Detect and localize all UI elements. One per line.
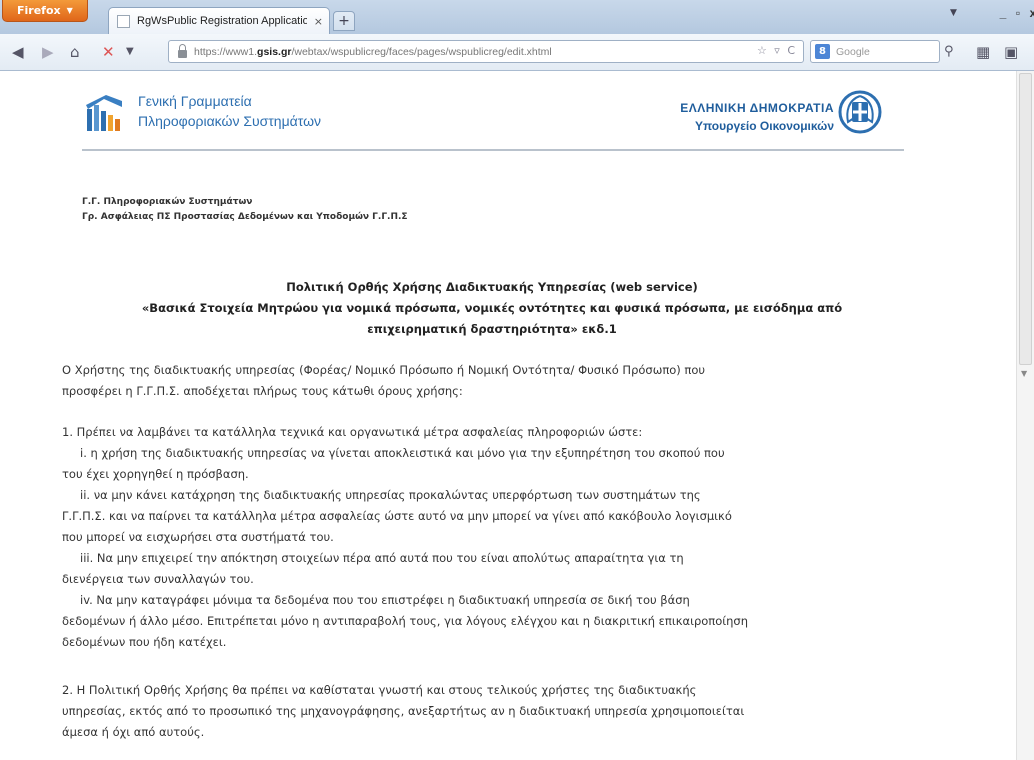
section-1-line: i. η χρήση της διαδικτυακής υπηρεσίας να…	[80, 446, 725, 460]
page-scrollbar[interactable]: ▼	[1016, 71, 1034, 760]
search-field[interactable]: 8 Google	[810, 40, 940, 63]
firefox-menu-button[interactable]: Firefox ▼	[2, 0, 88, 22]
intro-paragraph: Ο Χρήστης της διαδικτυακής υπηρεσίας (Φο…	[62, 360, 924, 402]
url-text[interactable]: https://www1.gsis.gr/webtax/wspublicreg/…	[194, 46, 552, 58]
browser-tab[interactable]: RgWsPublic Registration Application ... …	[108, 7, 330, 34]
bookmark-star-icon[interactable]: ☆ ▿ C	[757, 44, 797, 57]
new-tab-button[interactable]: +	[333, 11, 355, 31]
home-icon[interactable]: ⌂	[70, 43, 80, 61]
section-2: 2. Η Πολιτική Ορθής Χρήσης θα πρέπει να …	[62, 680, 924, 743]
navigation-toolbar: ◀ ▶ ⌂ ✕ ▼ https://www1.gsis.gr/webtax/ws…	[0, 34, 1034, 71]
section-1-line: του έχει χορηγηθεί η πρόσβαση.	[62, 467, 249, 481]
header-divider	[82, 149, 904, 151]
org-line-2: Γρ. Ασφάλειας ΠΣ Προστασίας Δεδομένων κα…	[82, 212, 408, 222]
close-window-button[interactable]: x	[1024, 4, 1034, 22]
policy-title-line3: επιχειρηματική δραστηριότητα» εκδ.1	[367, 322, 617, 336]
url-bar[interactable]: https://www1.gsis.gr/webtax/wspublicreg/…	[168, 40, 804, 63]
section-1: 1. Πρέπει να λαμβάνει τα κατάλληλα τεχνι…	[62, 422, 924, 653]
ministry-label: Υπουργείο Οικονομικών	[694, 119, 834, 133]
dropdown-arrow-icon[interactable]: ▼	[126, 43, 134, 61]
tab-title: RgWsPublic Registration Application ...	[137, 15, 307, 27]
gsis-name-line2: Πληροφοριακών Συστημάτων	[138, 113, 322, 129]
intro-line: Ο Χρήστης της διαδικτυακής υπηρεσίας (Φο…	[62, 363, 706, 377]
close-tab-icon[interactable]: ×	[314, 15, 323, 28]
scroll-down-arrow-icon[interactable]: ▼	[1021, 369, 1027, 378]
back-arrow-icon[interactable]: ◀	[12, 43, 24, 61]
section-1-line: διενέργεια των συναλλαγών του.	[62, 572, 254, 586]
section-1-line: ii. να μην κάνει κατάχρηση της διαδικτυα…	[80, 488, 701, 502]
menu-icon[interactable]: ▣	[1004, 43, 1018, 61]
section-2-line: 2. Η Πολιτική Ορθής Χρήσης θα πρέπει να …	[62, 683, 697, 697]
intro-line: προσφέρει η Γ.Γ.Π.Σ. αποδέχεται πλήρως τ…	[62, 384, 463, 398]
section-2-line: άμεσα ή όχι από αυτούς.	[62, 725, 205, 739]
search-icon[interactable]: ⚲	[944, 43, 954, 61]
chevron-down-icon: ▼	[66, 6, 73, 15]
gsis-logo	[86, 95, 122, 131]
search-engine-icon[interactable]: 8	[815, 44, 830, 59]
browser-title-bar: Firefox ▼ RgWsPublic Registration Applic…	[0, 0, 1034, 35]
hellenic-republic-label: ΕΛΛΗΝΙΚΗ ΔΗΜΟΚΡΑΤΙΑ	[680, 101, 834, 115]
gsis-name-line1: Γενική Γραμματεία	[138, 93, 252, 109]
section-1-line: Γ.Γ.Π.Σ. και να παίρνει τα κατάλληλα μέτ…	[62, 509, 732, 523]
search-placeholder: Google	[836, 45, 870, 58]
policy-title-line2: «Βασικά Στοιχεία Μητρώου για νομικά πρόσ…	[141, 301, 843, 315]
lock-icon	[178, 43, 187, 58]
section-1-line: iv. Να μην καταγράφει μόνιμα τα δεδομένα…	[80, 593, 690, 607]
org-line-1: Γ.Γ. Πληροφοριακών Συστημάτων	[82, 197, 253, 207]
scrollbar-thumb[interactable]	[1019, 73, 1032, 365]
section-1-line: που μπορεί να εισχωρήσει στα συστήματά τ…	[62, 530, 334, 544]
page-favicon-icon	[117, 14, 130, 28]
web-page: Γενική Γραμματεία Πληροφοριακών Συστημάτ…	[0, 71, 1034, 760]
section-1-line: iii. Να μην επιχειρεί την απόκτηση στοιχ…	[80, 551, 684, 565]
list-all-tabs-icon[interactable]: ▼	[950, 8, 957, 18]
addon-icon[interactable]: ✕	[102, 43, 115, 61]
firefox-menu-label: Firefox	[17, 4, 61, 17]
forward-arrow-icon[interactable]: ▶	[42, 43, 54, 61]
bookmarks-icon[interactable]: ▦	[976, 43, 990, 61]
section-2-line: υπηρεσίας, εκτός από το προσωπικό της μη…	[62, 704, 745, 718]
section-1-line: δεδομένων που ήδη κατέχει.	[62, 635, 227, 649]
greek-emblem-icon	[838, 90, 882, 134]
policy-title-line1: Πολιτική Ορθής Χρήσης Διαδικτυακής Υπηρε…	[286, 280, 698, 294]
section-1-lead: 1. Πρέπει να λαμβάνει τα κατάλληλα τεχνι…	[62, 425, 643, 439]
section-1-line: δεδομένων ή άλλο μέσο. Επιτρέπεται μόνο …	[62, 614, 749, 628]
